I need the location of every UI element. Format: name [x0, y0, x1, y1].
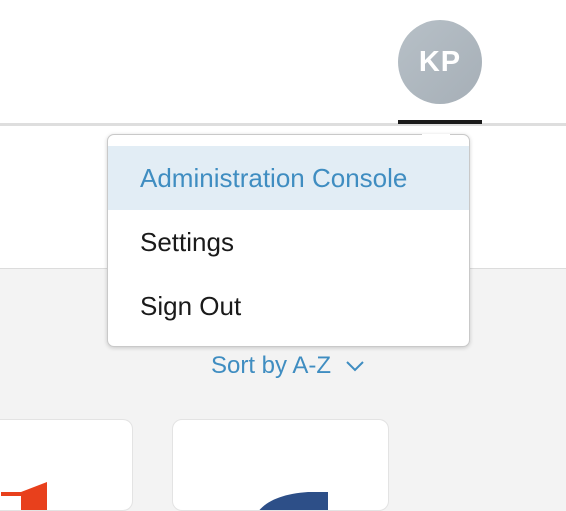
user-menu-list: Administration Console Settings Sign Out: [108, 146, 469, 338]
menu-item-sign-out[interactable]: Sign Out: [108, 274, 469, 338]
caret-join: [422, 134, 450, 137]
sort-dropdown[interactable]: Sort by A-Z: [211, 350, 365, 382]
chevron-down-icon: [346, 361, 364, 372]
app-tile[interactable]: [172, 419, 389, 511]
app-logo-icon: [1, 482, 47, 510]
menu-item-settings[interactable]: Settings: [108, 210, 469, 274]
app-tile[interactable]: [0, 419, 133, 511]
sort-label: Sort by A-Z: [211, 352, 332, 379]
avatar-active-indicator: [398, 120, 482, 124]
user-menu: Administration Console Settings Sign Out: [107, 134, 470, 347]
menu-item-administration-console[interactable]: Administration Console: [108, 146, 469, 210]
user-avatar-button[interactable]: KP: [398, 20, 482, 104]
app-logo-icon: [259, 492, 328, 510]
avatar-initials: KP: [418, 45, 462, 78]
